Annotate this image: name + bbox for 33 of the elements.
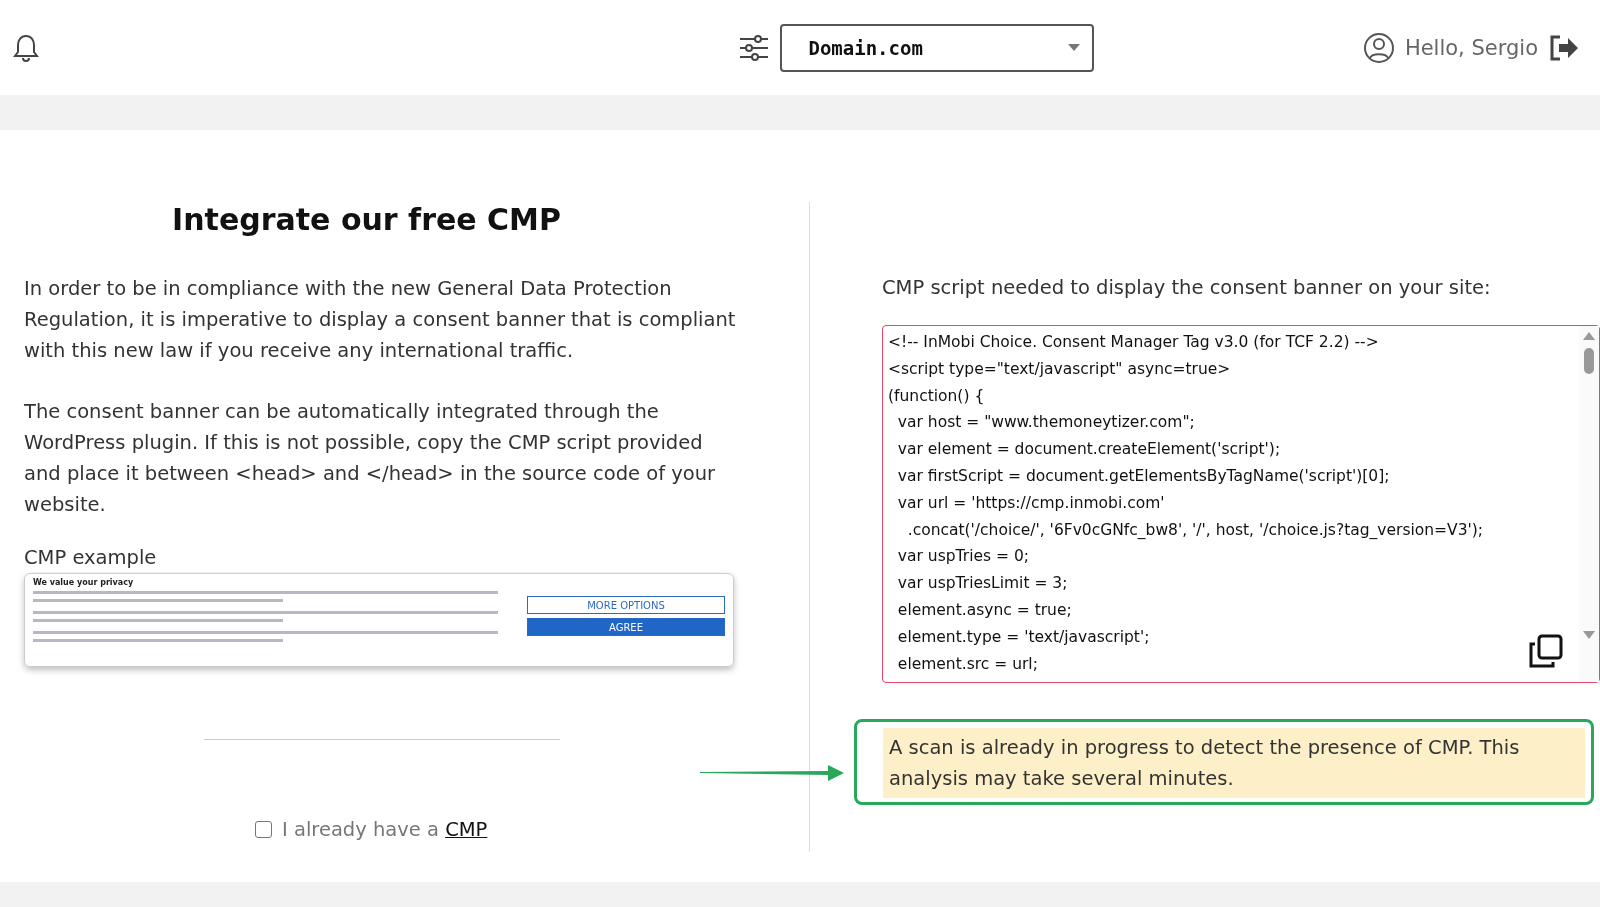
page-title: Integrate our free CMP — [171, 202, 562, 237]
logout-icon[interactable] — [1548, 33, 1580, 62]
greeting: Hello, Sergio — [1404, 35, 1538, 60]
cmp-link[interactable]: CMP — [445, 818, 488, 841]
code-line: element.async = true; — [896, 599, 1072, 621]
checkbox-label: I already have a CMP — [282, 818, 488, 841]
code-line: .concat('/choice/', '6Fv0cGNfc_bw8', '/', host, '/choice.js?tag_version=V3'); — [906, 519, 1484, 541]
code-line: var url = 'https://cmp.inmobi.com' — [896, 492, 1165, 514]
code-textarea[interactable] — [882, 325, 1600, 683]
copy-icon[interactable] — [1527, 634, 1563, 670]
script-intro: CMP script needed to display the consent banner on your site: — [882, 276, 1492, 299]
checkbox[interactable] — [255, 821, 272, 838]
filter-sliders-icon[interactable] — [738, 32, 771, 63]
example-label: CMP example — [24, 546, 158, 569]
code-line: element.src = url; — [896, 653, 1038, 675]
code-line: var firstScript = document.getElementsByTagName('script')[0]; — [896, 466, 1390, 487]
code-line: var uspTries = 0; — [896, 546, 1029, 568]
description-paragraph: The consent banner can be automatically integrated through the WordPress plugin. If this is not possible, copy the CMP script provided and place it between <head> and </head> in the source code of your website. — [24, 399, 717, 518]
code-line: var uspTriesLimit = 3; — [896, 573, 1068, 595]
user-icon[interactable] — [1362, 31, 1395, 64]
code-line: element.type = 'text/javascript'; — [896, 626, 1150, 648]
code-line: var host = "www.themoneytizer.com"; — [896, 412, 1195, 434]
description-paragraph: In order to be in compliance with the new General Data Protection Regulation, it is imperative to display a consent banner that is compliant with this new law if you receive any international traffic. — [24, 276, 737, 364]
arrow-icon — [700, 765, 845, 781]
code-line: var element = document.createElement('script'); — [896, 439, 1281, 461]
code-line: <!-- InMobi Choice. Consent Manager Tag v3.0 (for TCF 2.2) --> — [888, 332, 1379, 353]
code-line: <script type="text/javascript" async=true> — [888, 358, 1231, 380]
banner-title: We value your privacy — [33, 578, 135, 587]
code-line: (function() { — [888, 385, 985, 407]
notice-text: A scan is already in progress to detect the presence of CMP. This analysis may take several minutes. — [883, 728, 1585, 798]
domain-select[interactable]: Domain.com — [780, 23, 1095, 72]
bell-icon[interactable] — [12, 32, 40, 63]
caret-icon — [1068, 44, 1081, 51]
